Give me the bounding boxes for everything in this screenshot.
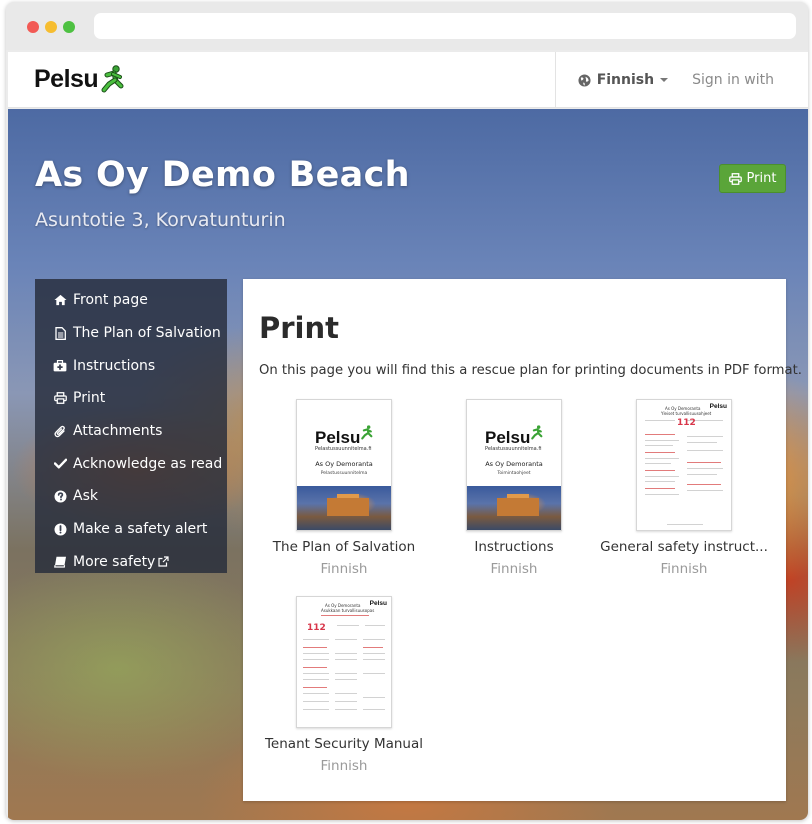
running-man-logo-icon xyxy=(361,425,373,440)
page-title: Print xyxy=(259,311,340,345)
document-thumbnail[interactable]: Pelsu Pelastussuunnitelma.fi As Oy Demor… xyxy=(296,399,392,531)
page-intro: On this page you will find this a rescue… xyxy=(259,363,802,378)
sidebar-item-attachments[interactable]: Attachments xyxy=(35,415,227,448)
minimize-window-button[interactable] xyxy=(45,21,57,33)
exclamation-icon xyxy=(53,522,67,536)
sign-in-link[interactable]: Sign in with xyxy=(690,72,808,88)
sidebar-item-label: Print xyxy=(73,390,106,407)
document-icon xyxy=(53,326,67,340)
cover-subtitle: Pelastussuunnitelma xyxy=(320,471,368,476)
document-language: Finnish xyxy=(660,561,708,577)
printer-icon xyxy=(728,172,742,185)
home-icon xyxy=(53,293,67,307)
document-name[interactable]: General safety instruct... xyxy=(599,539,769,555)
document-language: Finnish xyxy=(320,758,368,774)
document-name[interactable]: Tenant Security Manual xyxy=(259,736,429,752)
sheet-subtitle: Asukkaan turvallisuusopas xyxy=(321,608,375,613)
print-button-label: Print xyxy=(746,171,777,186)
paperclip-icon xyxy=(53,424,67,438)
sidebar-item-label: Instructions xyxy=(73,357,156,374)
language-dropdown[interactable]: Finnish xyxy=(556,52,690,108)
sidebar-item-label: Attachments xyxy=(73,423,163,440)
check-icon xyxy=(53,457,67,471)
running-man-logo-icon xyxy=(531,425,543,440)
sidebar-item-plan-of-salvation[interactable]: The Plan of Salvation xyxy=(35,317,227,350)
sidebar-item-more-safety[interactable]: More safety xyxy=(35,546,227,579)
document-language: Finnish xyxy=(490,561,538,577)
sidebar-item-label: Ask xyxy=(73,488,98,505)
property-address: Asuntotie 3, Korvatunturin xyxy=(35,209,286,231)
sidebar-item-label: More safety xyxy=(73,553,156,570)
document-card-instructions[interactable]: Pelsu Pelastussuunnitelma.fi As Oy Demor… xyxy=(429,399,599,577)
sidebar-item-label: Make a safety alert xyxy=(73,521,208,538)
sidebar-item-print[interactable]: Print xyxy=(35,382,227,415)
sidebar-item-acknowledge[interactable]: Acknowledge as read xyxy=(35,447,227,480)
document-card-plan-of-salvation[interactable]: Pelsu Pelastussuunnitelma.fi As Oy Demor… xyxy=(259,399,429,577)
close-window-button[interactable] xyxy=(27,21,39,33)
sidebar-item-instructions[interactable]: Instructions xyxy=(35,349,227,382)
document-card-general-safety[interactable]: Pelsu As Oy Demoranta Yleiset turvallisu… xyxy=(599,399,769,577)
document-thumbnail[interactable]: Pelsu As Oy Demoranta Yleiset turvallisu… xyxy=(636,399,732,531)
globe-icon xyxy=(578,73,591,87)
document-card-tenant-security[interactable]: Pelsu As Oy Demoranta Asukkaan turvallis… xyxy=(259,596,429,774)
sidebar-item-front-page[interactable]: Front page xyxy=(35,284,227,317)
language-label: Finnish xyxy=(596,72,655,88)
pelsu-logo[interactable]: Pelsu xyxy=(34,64,124,94)
logo-text: Pelsu xyxy=(34,64,99,93)
question-icon xyxy=(53,489,67,503)
document-thumbnail[interactable]: Pelsu Pelastussuunnitelma.fi As Oy Demor… xyxy=(466,399,562,531)
emergency-number: 112 xyxy=(307,623,326,633)
property-title: As Oy Demo Beach xyxy=(35,155,410,195)
cover-logo-text: Pelsu xyxy=(315,428,361,447)
cover-logo-text: Pelsu xyxy=(485,428,531,447)
browser-window: Pelsu Finnish Sign in with As Oy Demo Be… xyxy=(6,2,808,820)
external-link-icon xyxy=(158,556,169,567)
main-content-panel: Print On this page you will find this a … xyxy=(243,279,802,801)
cover-title: As Oy Demoranta xyxy=(315,460,373,468)
site-navbar: Pelsu Finnish Sign in with xyxy=(8,52,808,108)
sidebar-item-label: Acknowledge as read xyxy=(73,455,223,472)
navbar-right: Finnish Sign in with xyxy=(554,52,808,108)
cover-building-photo xyxy=(297,486,391,530)
cover-tagline: Pelastussuunnitelma.fi xyxy=(315,446,372,452)
medkit-icon xyxy=(53,359,67,373)
document-thumbnail[interactable]: Pelsu As Oy Demoranta Asukkaan turvallis… xyxy=(296,596,392,728)
document-name[interactable]: The Plan of Salvation xyxy=(259,539,429,555)
cover-building-photo xyxy=(467,486,561,530)
running-man-logo-icon xyxy=(101,65,124,93)
document-language: Finnish xyxy=(320,561,368,577)
sheet-subtitle: Yleiset turvallisuusohjeet xyxy=(661,411,712,416)
emergency-number: 112 xyxy=(677,418,696,428)
document-name[interactable]: Instructions xyxy=(429,539,599,555)
printer-icon xyxy=(53,391,67,405)
sheet-logo-text: Pelsu xyxy=(709,403,727,410)
sheet-logo-text: Pelsu xyxy=(369,600,387,607)
sidebar-item-label: The Plan of Salvation xyxy=(73,325,221,342)
browser-titlebar xyxy=(6,2,808,50)
sidebar-item-label: Front page xyxy=(73,292,148,309)
book-icon xyxy=(53,555,67,569)
maximize-window-button[interactable] xyxy=(63,21,75,33)
sidebar-item-safety-alert[interactable]: Make a safety alert xyxy=(35,513,227,546)
sidebar-item-ask[interactable]: Ask xyxy=(35,480,227,513)
cover-tagline: Pelastussuunnitelma.fi xyxy=(485,446,542,452)
chevron-down-icon xyxy=(660,78,669,82)
print-button[interactable]: Print xyxy=(719,164,786,193)
cover-title: As Oy Demoranta xyxy=(485,460,543,468)
cover-subtitle: Toimintaohjeet xyxy=(497,471,531,476)
address-bar[interactable] xyxy=(94,13,796,39)
sidebar-nav: Front page The Plan of Salvation Instruc… xyxy=(35,279,227,573)
hero-section: As Oy Demo Beach Asuntotie 3, Korvatuntu… xyxy=(8,109,808,820)
